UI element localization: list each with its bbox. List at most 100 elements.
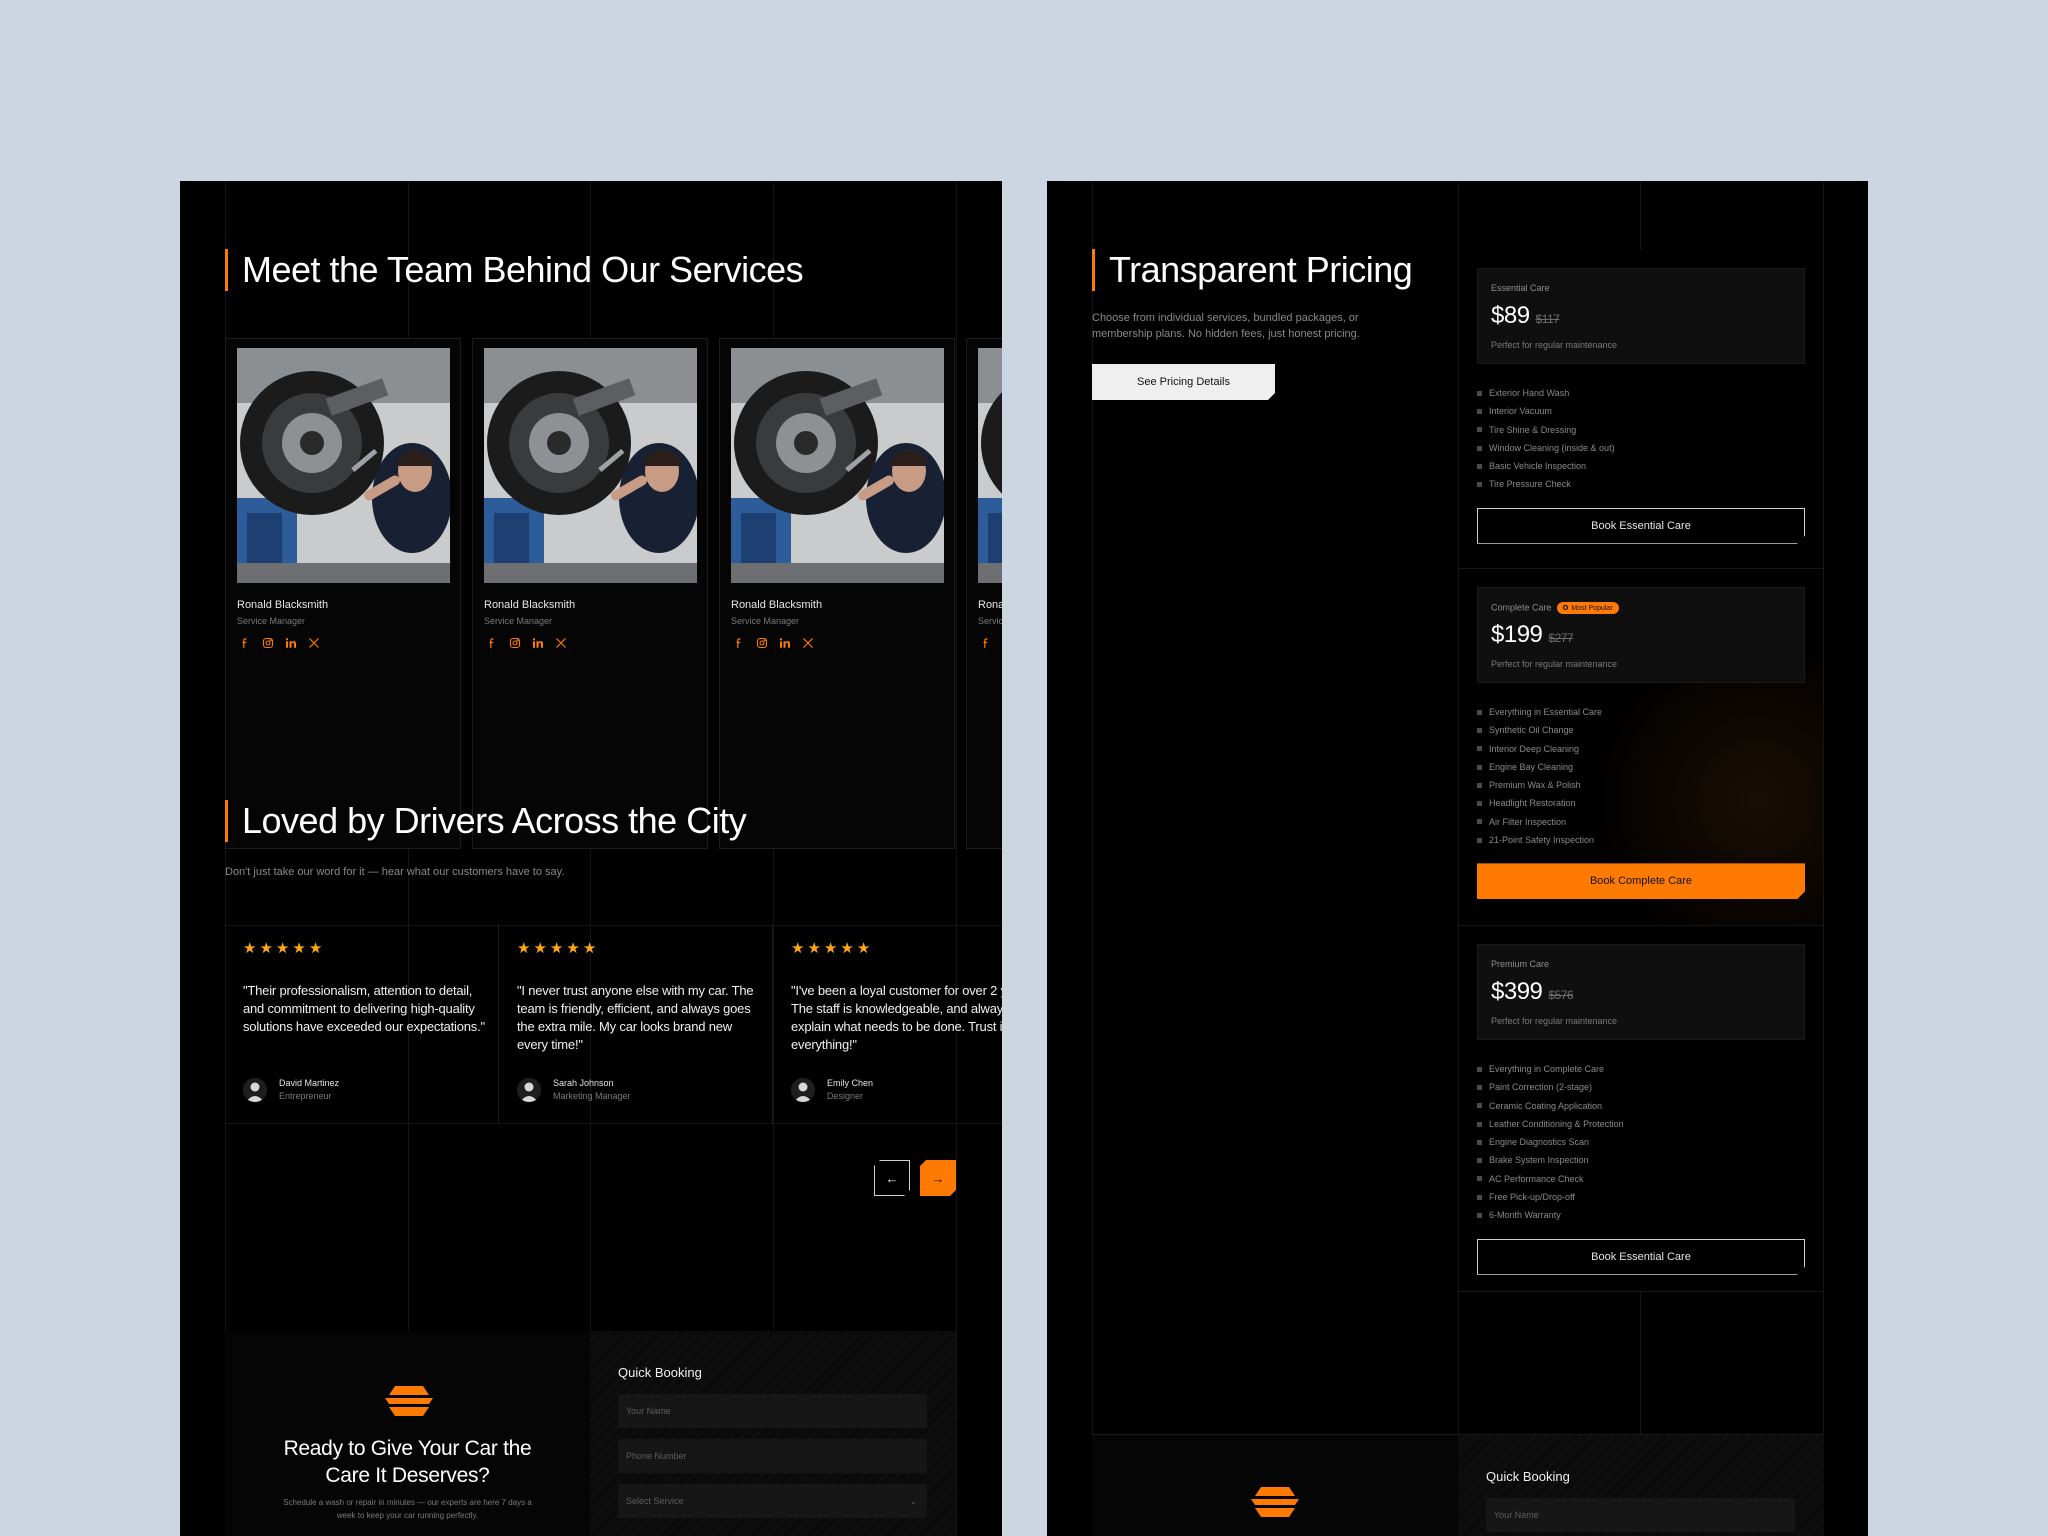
feature-item: Interior Deep Cleaning [1477, 740, 1602, 758]
social-links [978, 635, 1002, 650]
testimonial-author: David Martinez Entrepreneur [243, 1077, 339, 1103]
feature-item: Headlight Restoration [1477, 794, 1602, 812]
team-member-role: Service Manager [731, 616, 800, 626]
x-icon[interactable] [800, 635, 815, 650]
service-select[interactable]: Select Service ⌄ [618, 1484, 927, 1518]
star-icon: ★ [549, 940, 564, 957]
feature-label: Interior Deep Cleaning [1489, 743, 1580, 754]
x-icon[interactable] [553, 635, 568, 650]
pricing-panel: Transparent Pricing Choose from individu… [1047, 181, 1868, 1536]
carousel-prev-button[interactable]: ← [874, 1160, 910, 1196]
star-icon: ✪ [1562, 605, 1569, 612]
cta-title: Ready to Give Your Car the Care It Deser… [283, 1437, 532, 1487]
team-member-role: Service Manager [484, 616, 553, 626]
x-icon[interactable] [306, 635, 321, 650]
team-member-name: Ronald Blacksmith [731, 599, 823, 611]
plan-old-price: $277 [1548, 631, 1574, 645]
instagram-icon[interactable] [1001, 635, 1002, 650]
star-icon: ★ [243, 940, 257, 957]
facebook-icon[interactable] [237, 635, 252, 650]
cta-text: Schedule a wash or repair in minutes — o… [283, 1498, 532, 1520]
linkedin-icon[interactable] [777, 635, 792, 650]
star-icon: ★ [791, 940, 805, 957]
feature-label: Leather Conditioning & Protection [1489, 1118, 1624, 1129]
plan-features: Exterior Hand Wash Interior Vacuum Tire Sh… [1477, 384, 1615, 494]
facebook-icon[interactable] [731, 635, 746, 650]
carousel-next-button[interactable]: → [920, 1160, 956, 1196]
name-input[interactable]: Your Name [1486, 1498, 1795, 1532]
testimonials-subheading: Don't just take our word for it — hear w… [225, 866, 565, 878]
bullet-icon [1477, 819, 1482, 825]
feature-item: Free Pick-up/Drop-off [1477, 1188, 1624, 1206]
service-select-placeholder: Select Service [626, 1496, 684, 1506]
facebook-icon[interactable] [484, 635, 499, 650]
author-role: Designer [827, 1091, 864, 1101]
team-heading: Meet the Team Behind Our Services [225, 249, 804, 291]
brand-logo [1251, 1487, 1299, 1517]
feature-label: Everything in Essential Care [1489, 707, 1603, 717]
team-member-role: Service Manager [978, 616, 1002, 626]
linkedin-icon[interactable] [530, 635, 545, 650]
feature-item: Basic Vehicle Inspection [1477, 457, 1615, 475]
bullet-icon [1477, 801, 1482, 807]
name-input[interactable]: Your Name [618, 1394, 927, 1428]
feature-item: Brake System Inspection [1477, 1151, 1624, 1169]
team-member-card: Ronald Blacksmith Service Manager [719, 338, 955, 849]
team-member-photo [731, 348, 944, 583]
author-role: Marketing Manager [553, 1091, 631, 1101]
star-icon: ★ [807, 940, 821, 957]
star-rating: ★ ★ ★ ★ ★ [791, 941, 870, 956]
chevron-down-icon: ⌄ [909, 1496, 917, 1506]
cta-section: Ready to Give Your Car the Care It Deser… [225, 1331, 590, 1536]
feature-label: Tire Shine & Dressing [1489, 424, 1577, 435]
feature-label: Engine Diagnostics Scan [1489, 1137, 1590, 1148]
team-member-name: Ronald Blacksmith [978, 599, 1002, 611]
testimonials-heading: Loved by Drivers Across the City [225, 800, 747, 842]
book-plan-button[interactable]: Book Essential Care [1477, 1239, 1805, 1275]
pricing-plan-card: Complete Care ✪ Most Popular $199 $277 Perf… [1458, 569, 1824, 926]
plan-price: $399 [1491, 978, 1543, 1005]
feature-item: Everything in Complete Care [1477, 1060, 1624, 1078]
instagram-icon[interactable] [507, 635, 522, 650]
feature-item: Tire Pressure Check [1477, 475, 1615, 493]
phone-input[interactable]: Phone Number [618, 1439, 927, 1473]
arrow-right-icon: → [931, 1170, 945, 1186]
testimonial-quote: "I've been a loyal customer for over 2 y… [791, 983, 1002, 1052]
quick-booking-form: Quick Booking Your Name [1458, 1435, 1824, 1536]
feature-item: AC Performance Check [1477, 1170, 1624, 1188]
linkedin-icon[interactable] [283, 635, 298, 650]
feature-label: Engine Bay Cleaning [1489, 761, 1574, 772]
instagram-icon[interactable] [260, 635, 275, 650]
book-plan-button[interactable]: Book Essential Care [1477, 508, 1805, 544]
book-plan-button[interactable]: Book Complete Care [1477, 863, 1805, 899]
team-member-name: Ronald Blacksmith [237, 599, 329, 611]
avatar [791, 1078, 815, 1102]
feature-item: Ceramic Coating Application [1477, 1097, 1624, 1115]
facebook-icon[interactable] [978, 635, 993, 650]
book-plan-label: Book Complete Care [1589, 875, 1693, 888]
feature-label: Paint Correction (2-stage) [1489, 1082, 1593, 1093]
star-icon: ★ [517, 940, 531, 957]
bullet-icon [1477, 482, 1482, 488]
instagram-icon[interactable] [754, 635, 769, 650]
bullet-icon [1477, 727, 1482, 733]
see-pricing-details-label: See Pricing Details [1137, 376, 1230, 388]
feature-label: Tire Pressure Check [1489, 479, 1571, 490]
star-icon: ★ [308, 940, 323, 957]
team-member-photo [237, 348, 450, 583]
avatar [517, 1078, 541, 1102]
feature-item: Engine Bay Cleaning [1477, 758, 1602, 776]
arrow-left-icon: ← [885, 1170, 899, 1186]
book-plan-label: Book Essential Care [1591, 519, 1691, 532]
bullet-icon [1477, 1084, 1482, 1090]
booking-title: Quick Booking [1486, 1469, 1570, 1484]
star-icon: ★ [823, 940, 838, 957]
plan-description: Perfect for regular maintenance [1491, 659, 1618, 669]
testimonial-card: ★ ★ ★ ★ ★ "I never trust anyone else with my… [499, 925, 773, 1123]
author-name: David Martinez [279, 1078, 340, 1088]
avatar [243, 1078, 267, 1102]
pricing-heading: Transparent Pricing [1092, 249, 1413, 291]
plan-tier: Complete Care [1491, 602, 1552, 613]
see-pricing-details-button[interactable]: See Pricing Details [1092, 364, 1275, 400]
star-icon: ★ [533, 940, 547, 957]
